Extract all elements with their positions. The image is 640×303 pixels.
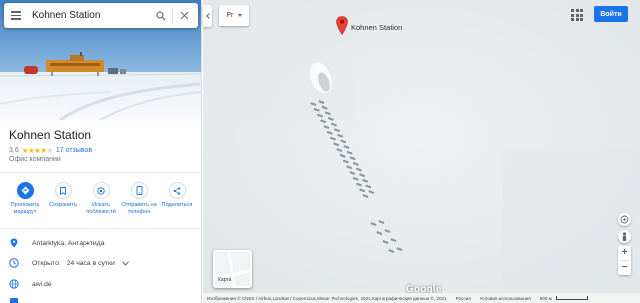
send-to-phone-label: Отправить на телефон: [121, 202, 157, 215]
country-link[interactable]: Россия: [456, 296, 471, 301]
hours-value: 24 часа в сутки: [66, 259, 115, 267]
bookmark-icon: [60, 186, 66, 195]
rating-row: 3,6 ★★★★★ 17 отзывов: [9, 146, 92, 155]
row-icon: [9, 297, 19, 303]
location-pin-icon: [9, 238, 19, 248]
clock-icon: [9, 258, 19, 268]
next-row: [9, 297, 32, 303]
attribution-bar: Изображения © CNES / Airbus,Landsat / Co…: [203, 293, 640, 303]
rating-value: 3,6: [9, 147, 19, 154]
menu-icon[interactable]: [4, 3, 28, 28]
phone-icon: [136, 186, 142, 195]
collapse-panel-button[interactable]: [203, 5, 212, 27]
directions-button[interactable]: Проложить маршрут: [6, 182, 44, 215]
save-button[interactable]: Сохранить: [44, 182, 82, 215]
zoom-controls: + −: [618, 246, 631, 275]
directions-icon: [21, 186, 29, 195]
compass-button[interactable]: [618, 213, 631, 226]
satellite-map[interactable]: [203, 0, 640, 303]
save-label: Сохранить: [49, 202, 77, 208]
map-layer-select[interactable]: Рг: [219, 5, 249, 26]
send-to-phone-button[interactable]: Отправить на телефон: [120, 182, 158, 215]
stars-filled: ★★★★: [21, 146, 47, 155]
close-icon[interactable]: [173, 3, 195, 28]
place-title: Kohnen Station: [9, 128, 92, 142]
stars-empty: ★: [46, 146, 54, 155]
directions-label: Проложить маршрут: [10, 202, 40, 215]
search-box: [4, 3, 198, 28]
place-panel: Kohnen Station 3,6 ★★★★★ 17 отзывов Офис…: [0, 0, 202, 303]
hours-label: Открыто:: [32, 259, 61, 267]
layers-toggle-thumbnail[interactable]: Карта: [213, 250, 252, 288]
share-label: Поделиться: [161, 202, 193, 208]
dropdown-arrow-icon: [237, 14, 242, 17]
pegman-icon: [622, 231, 627, 241]
street-view-button[interactable]: [618, 230, 631, 243]
scale-bar: [555, 296, 588, 300]
chevron-down-icon[interactable]: [121, 260, 129, 266]
compass-icon: [620, 215, 629, 224]
apps-grid-icon[interactable]: [570, 8, 584, 22]
share-icon: [173, 186, 181, 195]
website-link[interactable]: awi.de: [32, 281, 52, 288]
sign-in-button[interactable]: Войти: [594, 6, 628, 22]
divider: [0, 172, 201, 173]
marker-label[interactable]: Kohnen Station: [351, 23, 402, 32]
star-rating-icon: ★★★★★: [21, 146, 54, 155]
search-input[interactable]: [32, 10, 150, 21]
divider: [0, 228, 201, 229]
layer-select-value: Рг: [226, 12, 234, 19]
map-marker-icon[interactable]: [336, 16, 348, 35]
website-row[interactable]: awi.de: [9, 279, 52, 289]
layers-thumb-label: Карта: [218, 277, 232, 283]
address-row[interactable]: Antarktyka, Антарктида: [9, 238, 104, 248]
action-bar: Проложить маршрут Сохранить Искать побли…: [6, 182, 196, 215]
scale-label[interactable]: 900 м: [540, 296, 552, 301]
chevron-left-icon: [205, 13, 210, 19]
nearby-icon: [97, 186, 105, 195]
terms-link[interactable]: Условия использования: [480, 296, 531, 301]
reviews-link[interactable]: 17 отзывов: [56, 147, 92, 154]
nearby-button[interactable]: Искать поблизости: [82, 182, 120, 215]
globe-icon: [9, 279, 19, 289]
place-category: Офис компании: [9, 156, 61, 163]
nearby-label: Искать поблизости: [86, 202, 116, 215]
zoom-out-button[interactable]: −: [618, 261, 631, 275]
address-text: Antarktyka, Антарктида: [32, 239, 105, 247]
attribution-text: Изображения © CNES / Airbus,Landsat / Co…: [207, 295, 447, 301]
search-icon[interactable]: [150, 3, 172, 28]
share-button[interactable]: Поделиться: [158, 182, 196, 215]
zoom-in-button[interactable]: +: [618, 246, 631, 260]
hours-row[interactable]: Открыто: 24 часа в сутки: [9, 258, 129, 268]
